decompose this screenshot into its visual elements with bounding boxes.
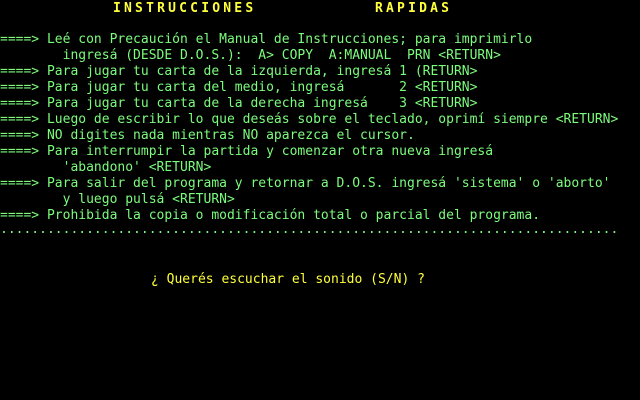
instruction-line: ====> Leé con Precaución el Manual de In… (0, 32, 533, 47)
instruction-line: y luego pulsá <RETURN> (0, 192, 235, 207)
instruction-line: ====> Para interrumpir la partida y come… (0, 144, 494, 159)
instruction-line: ====> Para jugar tu carta del medio, ing… (0, 80, 478, 95)
instruction-line: ====> Para jugar tu carta de la izquierd… (0, 64, 478, 79)
instruction-line: ====> Para jugar tu carta de la derecha … (0, 96, 478, 111)
dos-screen: INSTRUCCIONES RAPIDAS ====> Leé con Prec… (0, 0, 640, 400)
dotted-separator: ........................................… (0, 222, 619, 237)
instructions-list: ====> Leé con Precaución el Manual de In… (0, 32, 640, 224)
instruction-line: ====> Para salir del programa y retornar… (0, 176, 611, 191)
instruction-line: ====> Luego de escribir lo que deseás so… (0, 112, 619, 127)
sound-prompt[interactable]: ¿ Querés escuchar el sonido (S/N) ? (151, 272, 425, 288)
title-word-rapidas: RAPIDAS (375, 1, 453, 16)
instruction-line: 'abandono' <RETURN> (0, 160, 212, 175)
screen-title: INSTRUCCIONES RAPIDAS (0, 1, 640, 17)
instruction-line: ingresá (DESDE D.O.S.): A> COPY A:MANUAL… (0, 48, 501, 63)
instruction-line: ====> NO digites nada mientras NO aparez… (0, 128, 415, 143)
title-word-instrucciones: INSTRUCCIONES (113, 1, 257, 16)
